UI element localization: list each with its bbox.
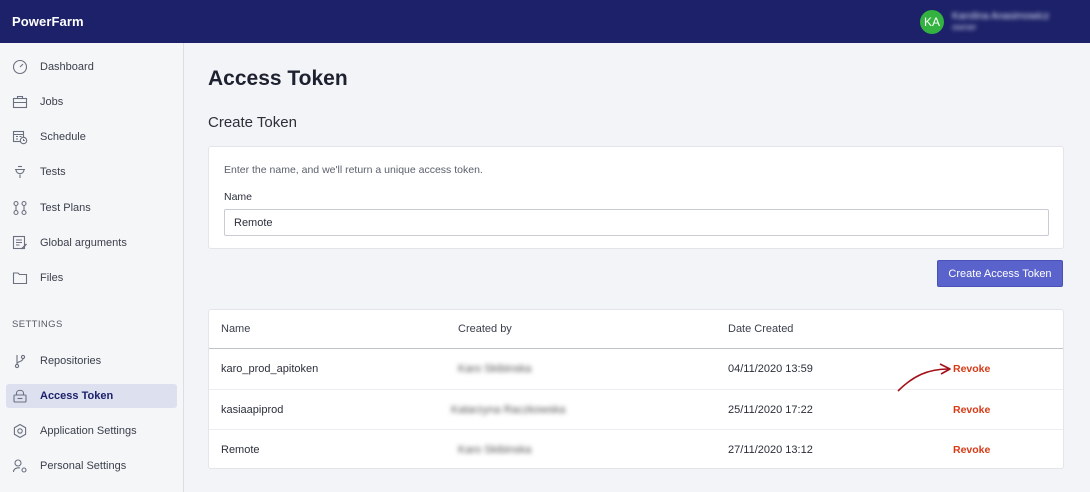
flow-icon — [11, 199, 29, 217]
sidebar-item-schedule[interactable]: Schedule — [6, 125, 177, 149]
revoke-button[interactable]: Revoke — [953, 430, 990, 469]
revoke-button[interactable]: Revoke — [953, 390, 990, 429]
token-name-input[interactable] — [224, 209, 1049, 236]
edit-list-icon — [11, 234, 29, 252]
revoke-button[interactable]: Revoke — [953, 349, 990, 389]
sidebar-item-global-arguments[interactable]: Global arguments — [6, 231, 177, 255]
create-token-title: Create Token — [208, 114, 297, 131]
flask-icon — [11, 163, 29, 181]
token-name: Remote — [221, 443, 260, 456]
branch-icon — [11, 352, 29, 370]
avatar[interactable]: KA — [920, 9, 944, 34]
name-field-label: Name — [224, 191, 253, 203]
main-content: Access Token Create Token Enter the name… — [185, 43, 1090, 492]
token-name: kasiaapiprod — [221, 403, 284, 416]
sidebar-item-label: Jobs — [40, 96, 64, 108]
token-created-by: Katarzyna Raczkowska — [451, 403, 566, 416]
sidebar-item-label: Personal Settings — [40, 460, 127, 472]
sidebar-item-repositories[interactable]: Repositories — [6, 349, 177, 373]
table-header-row: Name Created by Date Created — [209, 310, 1063, 349]
annotation-arrow-icon — [897, 363, 951, 392]
sidebar-item-label: Test Plans — [40, 202, 91, 214]
calendar-clock-icon — [11, 128, 29, 146]
column-header-name: Name — [221, 323, 251, 335]
lock-icon — [11, 387, 29, 405]
table-row: kasiaapiprod Katarzyna Raczkowska 25/11/… — [209, 389, 1063, 429]
token-name: karo_prod_apitoken — [221, 363, 319, 375]
sidebar-item-label: Dashboard — [40, 61, 94, 73]
sidebar-item-label: Files — [40, 272, 64, 284]
token-created-by: Karo Skibinska — [458, 363, 532, 375]
token-created-by: Karo Skibinska — [458, 443, 532, 456]
sidebar-item-personal-settings[interactable]: Personal Settings — [6, 454, 177, 478]
sidebar-item-label: Application Settings — [40, 425, 137, 437]
create-access-token-button[interactable]: Create Access Token — [937, 260, 1063, 287]
sidebar: Dashboard Jobs Schedule Tests Test Plans… — [0, 43, 184, 492]
sidebar-item-label: Schedule — [40, 131, 86, 143]
sidebar-item-label: Access Token — [40, 390, 114, 402]
sidebar-item-dashboard[interactable]: Dashboard — [6, 55, 177, 79]
gear-icon — [11, 422, 29, 440]
sidebar-item-label: Tests — [40, 166, 66, 178]
folder-icon — [11, 269, 29, 287]
user-settings-icon — [11, 457, 29, 475]
column-header-created-by: Created by — [458, 323, 512, 335]
sidebar-item-jobs[interactable]: Jobs — [6, 90, 177, 114]
sidebar-item-tests[interactable]: Tests — [6, 160, 177, 184]
app-title[interactable]: PowerFarm — [12, 14, 84, 29]
sidebar-item-test-plans[interactable]: Test Plans — [6, 196, 177, 220]
user-menu[interactable]: KA Karolina Anasimowicz owner — [920, 0, 1090, 43]
token-date-created: 27/11/2020 13:12 — [728, 443, 813, 456]
sidebar-item-label: Global arguments — [40, 237, 127, 249]
user-name: Karolina Anasimowicz — [952, 11, 1050, 22]
page-title: Access Token — [208, 67, 348, 90]
column-header-date-created: Date Created — [728, 323, 794, 335]
sidebar-item-application-settings[interactable]: Application Settings — [6, 419, 177, 443]
user-role: owner — [952, 22, 977, 32]
sidebar-item-label: Repositories — [40, 355, 102, 367]
settings-section-label: SETTINGS — [12, 319, 63, 330]
token-date-created: 04/11/2020 13:59 — [728, 363, 813, 375]
create-token-hint: Enter the name, and we'll return a uniqu… — [224, 164, 483, 176]
briefcase-icon — [11, 93, 29, 111]
sidebar-item-access-token[interactable]: Access Token — [6, 384, 177, 408]
sidebar-item-files[interactable]: Files — [6, 266, 177, 290]
dashboard-icon — [11, 58, 29, 76]
table-row: Remote Karo Skibinska 27/11/2020 13:12 R… — [209, 429, 1063, 469]
create-token-card: Enter the name, and we'll return a uniqu… — [208, 146, 1064, 249]
token-date-created: 25/11/2020 17:22 — [728, 403, 813, 416]
top-bar: PowerFarm KA Karolina Anasimowicz owner — [0, 0, 1090, 43]
